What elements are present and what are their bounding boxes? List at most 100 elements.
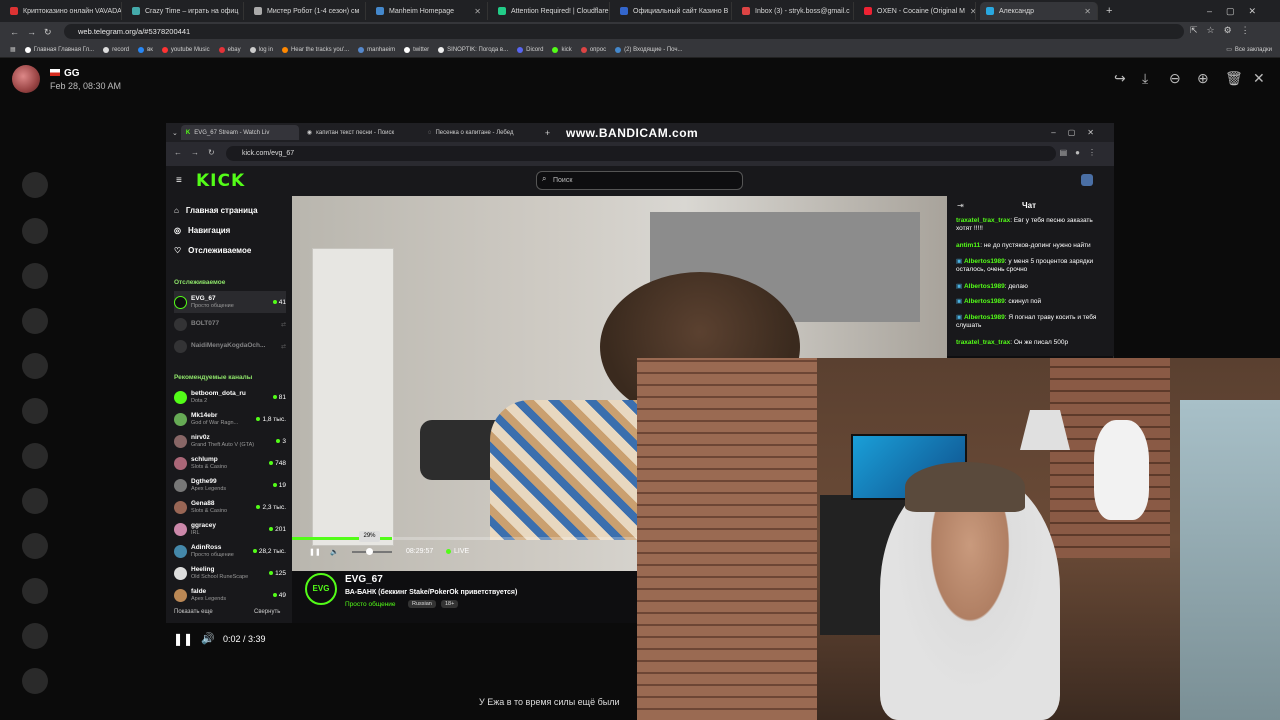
recommended-channel[interactable]: ggracey IRL 201 [174, 518, 286, 540]
avatar[interactable] [12, 65, 40, 93]
channel-name: Dgthe99 [191, 477, 217, 485]
recommended-channel[interactable]: Heeling Old School RuneScape 125 [174, 562, 286, 584]
recommended-channel[interactable]: schlump Slots & Casino 748 [174, 452, 286, 474]
channel-name: Gena88 [191, 499, 215, 507]
recommended-channel[interactable]: AdinRoss Просто общение 28,2 тыс. [174, 540, 286, 562]
media-caption: У Ежа в то время силы ещё были [479, 697, 620, 707]
close-tab-icon[interactable]: ✕ [970, 7, 975, 16]
user-avatar[interactable] [1081, 174, 1093, 186]
zoom-in-icon[interactable]: ⊕ [1197, 70, 1209, 87]
bookmark[interactable]: manhaeim [358, 46, 395, 53]
bookmark-label: youtube Music [170, 46, 210, 53]
bookmark[interactable]: Dicord [517, 46, 543, 53]
bookmark[interactable]: ebay [218, 46, 241, 53]
recommended-channel[interactable]: falde Apex Legends 49 [174, 584, 286, 606]
bookmark[interactable]: Hear the tracks you'... [281, 46, 349, 53]
download-icon[interactable]: ⤓ [1142, 70, 1148, 87]
recommended-channel[interactable]: Mk14ebr God of War Ragn... 1,8 тыс. [174, 408, 286, 430]
nav-browse[interactable]: ◎ Навигация [174, 226, 230, 235]
close-icon[interactable]: ✕ [1253, 70, 1265, 87]
volume-icon[interactable]: 🔊 [201, 632, 215, 645]
toolbar-icons[interactable]: ⇱☆⚙⋮ [1190, 25, 1259, 36]
close-tab-icon[interactable]: ✕ [243, 7, 244, 16]
bookmark-icon [580, 46, 587, 53]
volume-icon[interactable]: 🔈 [330, 548, 339, 556]
outer-tab[interactable]: Attention Required! | Cloudflare✕ [492, 2, 610, 20]
chat-username[interactable]: Albertos1989 [964, 258, 1005, 265]
channel-name: ggracey [191, 521, 216, 529]
bookmark[interactable]: kick [552, 46, 572, 53]
channel-name[interactable]: EVG_67 [345, 574, 383, 585]
language-tag[interactable]: Russian [408, 600, 436, 608]
tab-label: Attention Required! | Cloudflare [511, 7, 609, 15]
outer-tab[interactable]: OXEN - Cocaine (Original M ✕ [858, 2, 976, 20]
bookmark[interactable]: twitter [404, 46, 429, 53]
tab-label: Inbox (3) - stryk.boss@gmail.c [755, 7, 850, 15]
search-input[interactable]: Поиск [536, 171, 743, 190]
nav-buttons[interactable]: ←→↻ [10, 27, 60, 38]
bookmark[interactable]: Главная Главная Гл... [24, 46, 94, 53]
recommended-channel[interactable]: Dgthe99 Apex Legends 19 [174, 474, 286, 496]
followed-channel[interactable]: BOLT077 ⇄ [174, 313, 286, 335]
outer-tab[interactable]: Manheim Homepage ✕ [370, 2, 488, 20]
tab-search-icon[interactable]: ⌄ [172, 129, 178, 137]
bookmark[interactable]: опрос [580, 46, 606, 53]
chat-username[interactable]: antim11 [956, 242, 980, 249]
collapse-link[interactable]: Свернуть [254, 609, 280, 615]
bookmark[interactable]: record [103, 46, 129, 53]
nav-buttons[interactable]: ←→↻ [174, 148, 224, 157]
menu-icon[interactable]: ≡ [176, 175, 182, 186]
close-tab-icon[interactable]: ✕ [364, 7, 365, 16]
outer-tab[interactable]: Inbox (3) - stryk.boss@gmail.c✕ [736, 2, 854, 20]
chat-username[interactable]: Albertos1989 [964, 283, 1005, 290]
bookmark[interactable]: youtube Music [161, 46, 210, 53]
show-more-link[interactable]: Показать еще [174, 609, 213, 615]
recommended-channel[interactable]: betboom_dota_ru Dota 2 81 [174, 386, 286, 408]
collapse-chat-icon[interactable]: ⇥ [957, 201, 964, 210]
bookmark[interactable]: вк [138, 46, 153, 53]
address-bar[interactable]: web.telegram.org/a/#5378200441 [64, 24, 1184, 39]
followed-channel[interactable]: NaidiMenyaKogdaOch... ⇄ [174, 335, 286, 357]
forward-icon[interactable]: ↪ [1114, 70, 1126, 87]
age-tag[interactable]: 18+ [441, 600, 459, 608]
recommended-channel[interactable]: Gena88 Slots & Casino 2,3 тыс. [174, 496, 286, 518]
zoom-out-icon[interactable]: ⊖ [1169, 70, 1181, 87]
volume-handle[interactable] [366, 548, 373, 555]
bookmark[interactable]: (2) Входящие - Поч... [615, 46, 683, 53]
close-tab-icon[interactable]: ✕ [474, 7, 481, 16]
recommended-channel[interactable]: nirv0z Grand Theft Auto V (GTA) 3 [174, 430, 286, 452]
outer-tab[interactable]: Мистер Робот (1-4 сезон) см ✕ [248, 2, 366, 20]
window-controls[interactable]: –▢✕ [1207, 6, 1270, 17]
new-tab-button[interactable]: + [545, 128, 550, 138]
inner-address-bar[interactable]: kick.com/evg_67 [226, 146, 1056, 161]
chat-username[interactable]: traxatel_trax_trax [956, 217, 1010, 224]
chat-username[interactable]: Albertos1989 [964, 314, 1005, 321]
pause-icon[interactable]: ❚❚ [309, 548, 321, 556]
new-tab-button[interactable]: + [1106, 5, 1112, 17]
chat-username[interactable]: traxatel_trax_trax [956, 339, 1010, 346]
stream-category[interactable]: Просто общение [345, 601, 396, 608]
window-controls[interactable]: –▢✕ [1051, 128, 1106, 137]
outer-tab-active[interactable]: Александр ✕ [980, 2, 1098, 20]
apps-icon[interactable]: ▦ [10, 46, 16, 53]
outer-tab[interactable]: Crazy Time – играть на офиц ✕ [126, 2, 244, 20]
bookmark[interactable]: SINOPTIK: Погода в... [438, 46, 508, 53]
webcam-brick-wall [637, 358, 817, 720]
inner-tab[interactable]: ◉ капитан текст песни - Поиск [302, 125, 420, 140]
nav-following[interactable]: ♡ Отслеживаемое [174, 246, 251, 255]
delete-icon[interactable]: 🗑 [1225, 70, 1243, 87]
live-label: LIVE [454, 548, 470, 555]
bookmark[interactable]: log in [249, 46, 273, 53]
outer-tab[interactable]: Криптоказино онлайн VAVADA✕ [4, 2, 122, 20]
inner-tab[interactable]: ◌ Песенка о капитане - Лебед [423, 125, 541, 140]
inner-tab-active[interactable]: K EVG_67 Stream - Watch Liv [180, 125, 299, 140]
kick-logo[interactable]: KICK [196, 171, 245, 191]
all-bookmarks[interactable]: ▭ Все закладки [1226, 46, 1272, 54]
close-tab-icon[interactable]: ✕ [1084, 7, 1091, 16]
followed-channel[interactable]: EVG_67 Просто общение 41 [174, 291, 286, 313]
channel-logo[interactable]: EVG [305, 573, 337, 605]
nav-home[interactable]: ⌂ Главная страница [174, 206, 258, 215]
outer-tab[interactable]: Официальный сайт Казино В✕ [614, 2, 732, 20]
chat-username[interactable]: Albertos1989 [964, 298, 1005, 305]
pause-icon[interactable]: ❚❚ [173, 632, 193, 646]
